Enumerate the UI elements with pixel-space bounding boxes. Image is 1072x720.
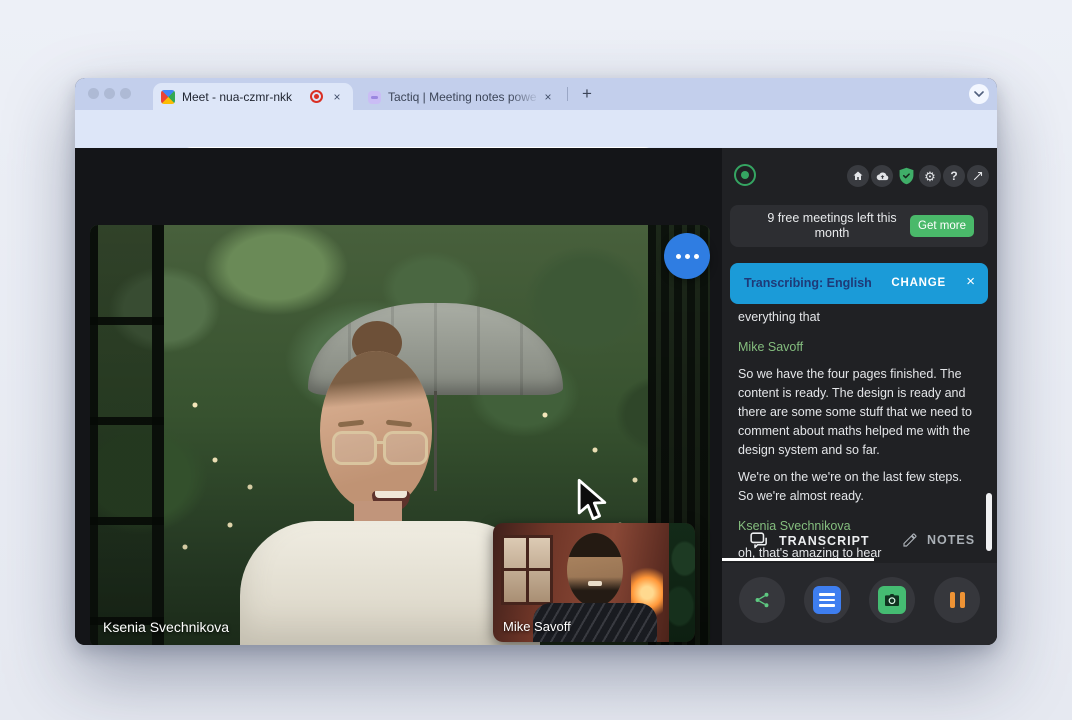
floating-chat-bubble[interactable] <box>664 233 710 279</box>
pip-participant-name-label: Mike Savoff <box>503 619 571 634</box>
traffic-light-zoom[interactable] <box>120 88 131 99</box>
free-meetings-card: 9 free meetings left this month Get more <box>730 205 988 247</box>
google-docs-icon <box>813 586 841 614</box>
chat-bubbles-icon <box>750 532 770 549</box>
mouse-cursor <box>575 478 609 520</box>
meet-favicon-icon <box>161 90 175 104</box>
pencil-icon <box>902 532 918 548</box>
popout-button[interactable] <box>967 165 989 187</box>
tactiq-logo-icon <box>734 164 756 186</box>
glasses <box>332 431 377 465</box>
tab-transcript[interactable]: TRANSCRIPT <box>750 532 870 549</box>
transcript-speaker: Mike Savoff <box>738 338 978 357</box>
privacy-shield-button[interactable] <box>895 165 917 187</box>
home-button[interactable] <box>847 165 869 187</box>
help-button[interactable]: ? <box>943 165 965 187</box>
cloud-sync-button[interactable] <box>871 165 893 187</box>
recording-indicator-icon <box>310 90 323 103</box>
transcript-line: everything that <box>738 308 978 327</box>
window-frame <box>90 225 164 645</box>
tab-tactiq-title: Tactiq | Meeting notes powe <box>388 90 540 104</box>
gear-icon: ⚙ <box>924 170 936 183</box>
sidebar-action-bar <box>722 563 997 645</box>
transcript-list[interactable]: everything that Mike Savoff So we have t… <box>738 308 978 563</box>
tab-divider <box>567 87 568 101</box>
camera-capture-icon <box>878 586 906 614</box>
close-tab-icon[interactable]: × <box>540 89 556 105</box>
settings-button[interactable]: ⚙ <box>919 165 941 187</box>
traffic-light-close[interactable] <box>88 88 99 99</box>
pip-video-tile[interactable]: Mike Savoff <box>493 523 695 642</box>
desktop: Meet - nua-czmr-nkk × Tactiq | Meeting n… <box>0 0 1072 720</box>
tab-meet-title: Meet - nua-czmr-nkk <box>182 90 304 104</box>
meet-content: Ksenia Svechnikova Mike Savoff <box>75 148 997 645</box>
new-tab-button[interactable]: + <box>575 82 599 106</box>
pause-icon <box>950 592 965 608</box>
close-tab-icon[interactable]: × <box>329 89 345 105</box>
change-language-button[interactable]: CHANGE <box>891 277 946 289</box>
transcribing-label: Transcribing: English <box>744 276 872 290</box>
screenshot-button[interactable] <box>869 577 915 623</box>
free-meetings-text: 9 free meetings left this month <box>752 211 912 241</box>
chevron-down-icon <box>974 91 984 97</box>
tactiq-sidebar: ⚙ ? 9 free meetings left this month Get … <box>722 148 997 645</box>
tab-search-chevron-button[interactable] <box>969 84 989 104</box>
pause-transcription-button[interactable] <box>934 577 980 623</box>
umbrella-pole <box>434 391 437 491</box>
home-icon <box>852 170 864 182</box>
browser-toolbar: meet.google.com/nua-czmr-nkk ☆ <box>75 110 997 148</box>
tab-notes[interactable]: NOTES <box>902 532 975 548</box>
active-tab-underline <box>722 558 874 561</box>
tab-tactiq[interactable]: Tactiq | Meeting notes powe × <box>362 84 562 110</box>
cloud-upload-icon <box>876 170 889 183</box>
tactiq-favicon-icon <box>368 91 381 104</box>
pip-participant-face <box>567 533 623 607</box>
tab-strip: Meet - nua-czmr-nkk × Tactiq | Meeting n… <box>75 78 997 110</box>
get-more-button[interactable]: Get more <box>910 215 974 237</box>
tab-meet[interactable]: Meet - nua-czmr-nkk × <box>153 83 353 110</box>
tab-notes-label: NOTES <box>927 533 975 547</box>
export-to-docs-button[interactable] <box>804 577 850 623</box>
pip-window-background <box>501 535 553 605</box>
share-nodes-icon <box>753 591 771 609</box>
transcript-scrollbar[interactable] <box>986 493 992 551</box>
main-participant-name-label: Ksenia Svechnikova <box>103 619 229 635</box>
share-button[interactable] <box>739 577 785 623</box>
tab-transcript-label: TRANSCRIPT <box>779 534 870 548</box>
shield-check-icon <box>898 167 915 185</box>
browser-window: Meet - nua-czmr-nkk × Tactiq | Meeting n… <box>75 78 997 645</box>
close-banner-icon[interactable]: × <box>966 273 975 290</box>
transcribing-banner: Transcribing: English CHANGE × <box>730 263 988 304</box>
transcript-line: We're on the we're on the last few steps… <box>738 468 978 506</box>
help-icon: ? <box>950 169 957 183</box>
pip-plant <box>669 523 695 642</box>
transcript-line: So we have the four pages finished. The … <box>738 365 978 460</box>
popout-diagonal-icon <box>972 170 984 182</box>
traffic-light-minimize[interactable] <box>104 88 115 99</box>
